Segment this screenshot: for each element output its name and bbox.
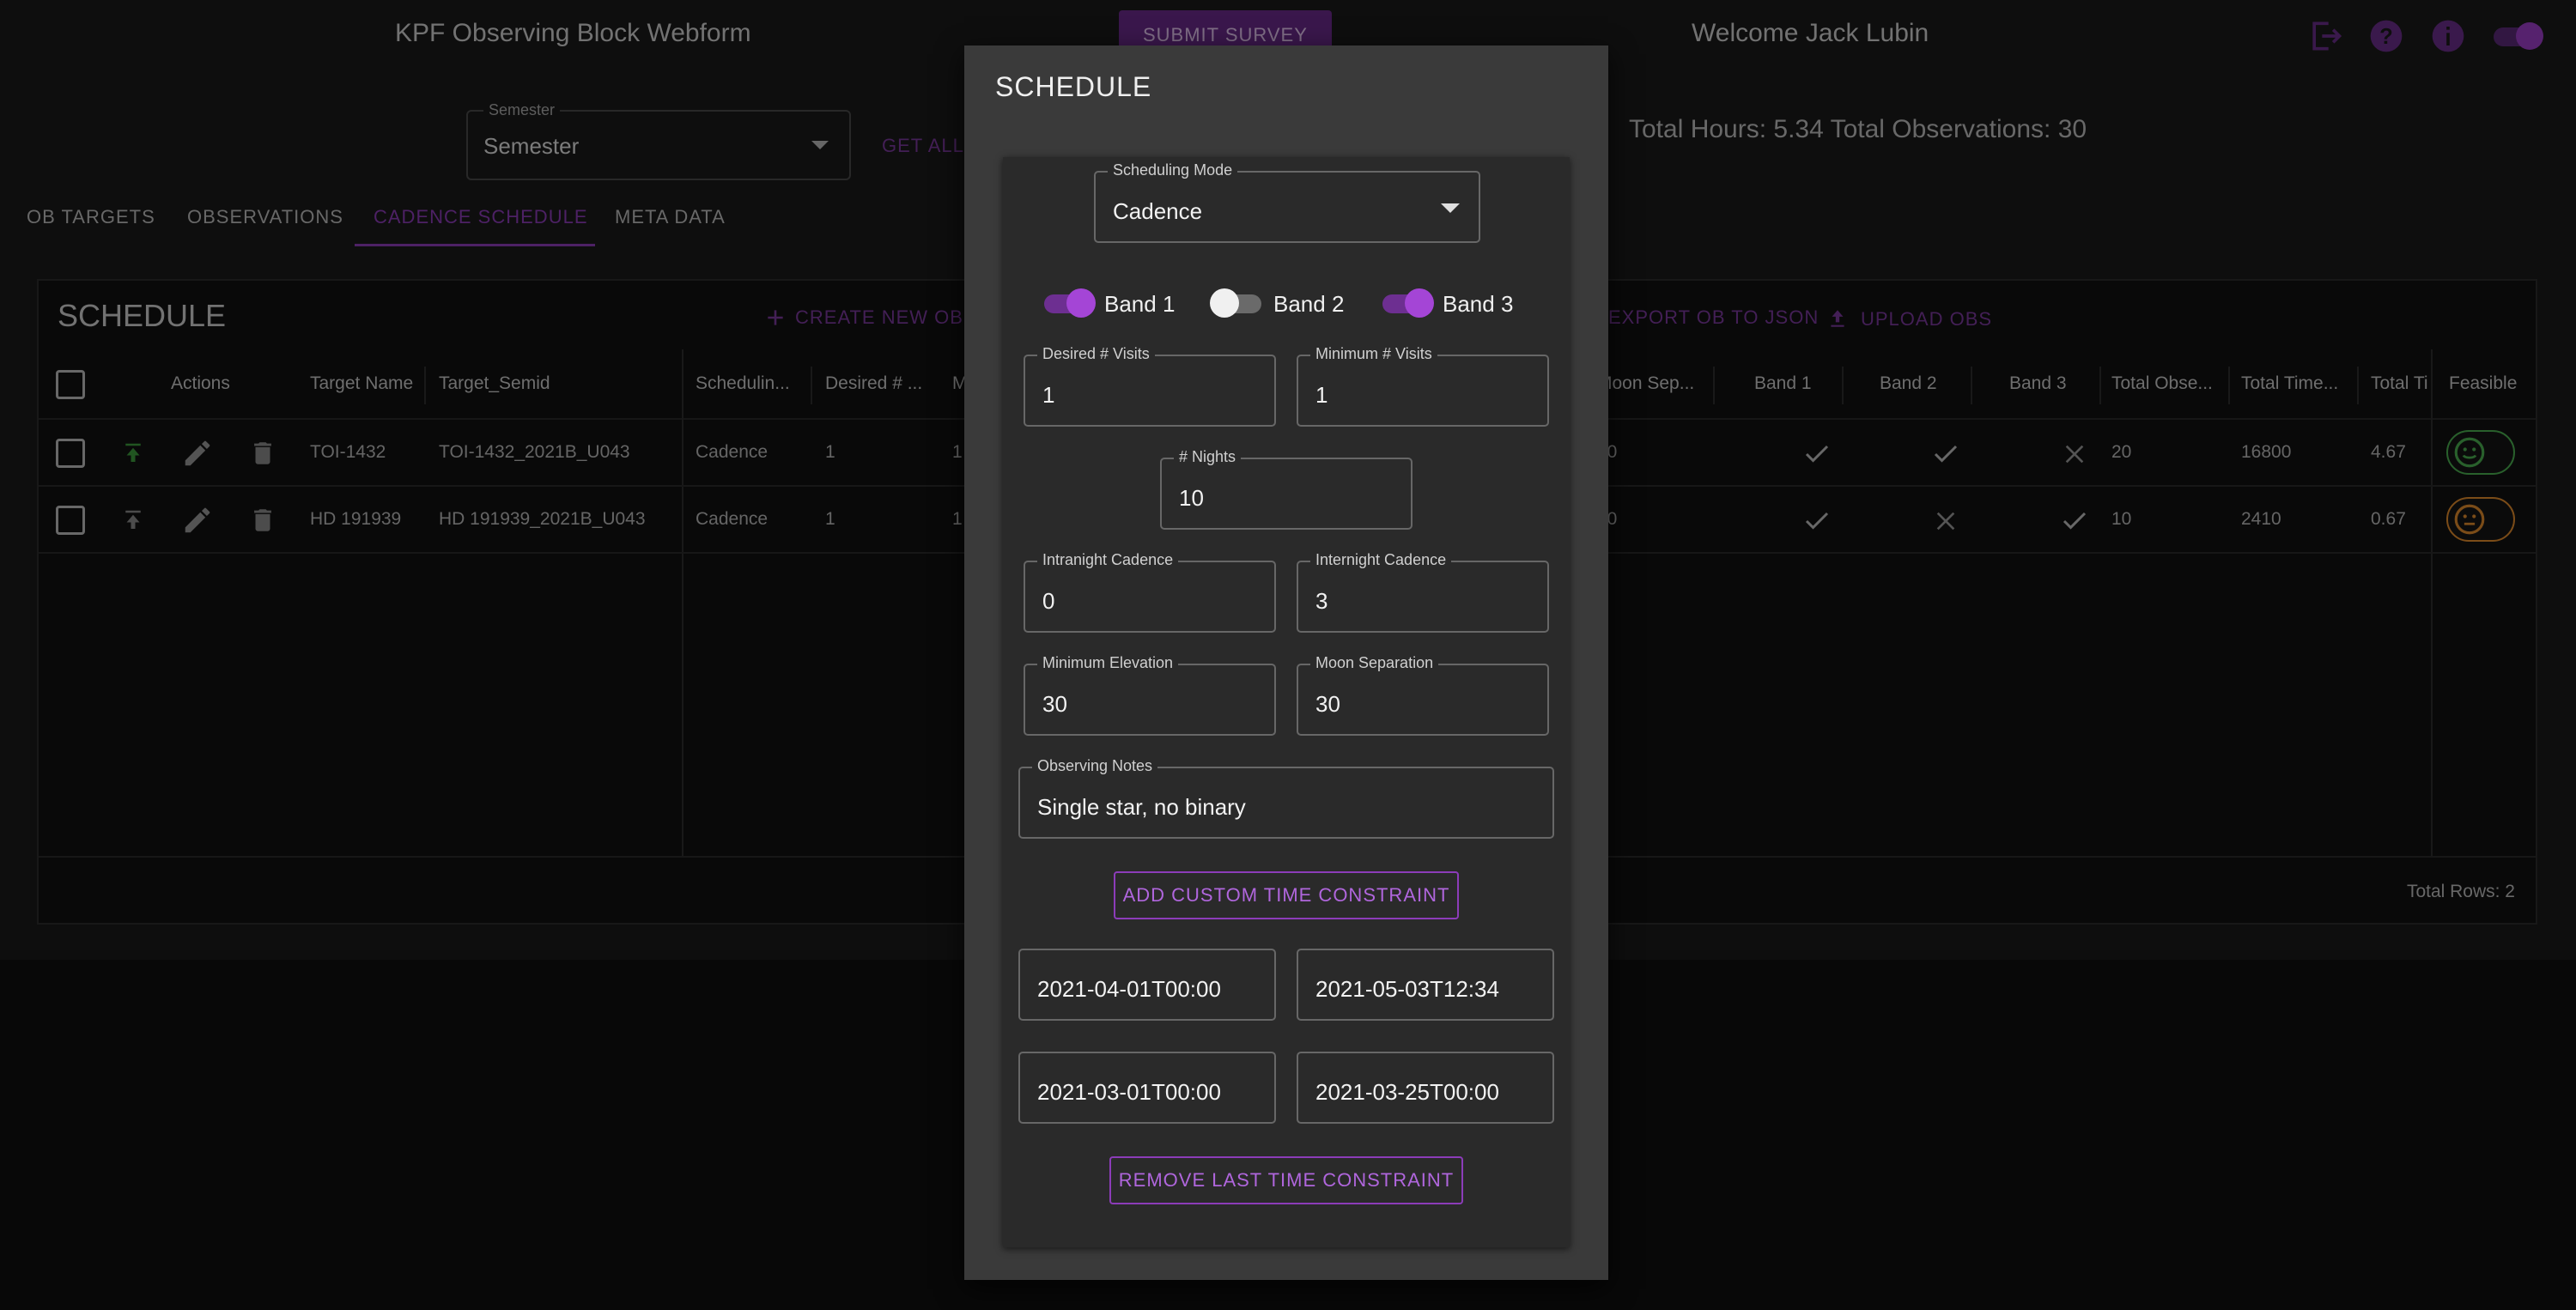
constraint-start-field[interactable]: 2021-03-01T00:00 bbox=[1018, 1052, 1276, 1124]
remove-last-time-constraint-button[interactable]: REMOVE LAST TIME CONSTRAINT bbox=[1109, 1156, 1463, 1204]
nights-legend: # Nights bbox=[1174, 448, 1242, 466]
moon-separation-field[interactable]: Moon Separation 30 bbox=[1297, 654, 1549, 736]
constraint-start-field[interactable]: 2021-04-01T00:00 bbox=[1018, 949, 1276, 1021]
minimum-elevation-value: 30 bbox=[1042, 691, 1067, 717]
observing-notes-field[interactable]: Observing Notes Single star, no binary bbox=[1018, 757, 1554, 839]
desired-visits-value: 1 bbox=[1042, 382, 1055, 408]
intranight-cadence-legend: Intranight Cadence bbox=[1037, 551, 1179, 569]
nights-field[interactable]: # Nights 10 bbox=[1160, 448, 1413, 530]
toggle-thumb bbox=[1210, 288, 1239, 318]
constraint-start-value: 2021-03-01T00:00 bbox=[1037, 1079, 1221, 1105]
desired-visits-field[interactable]: Desired # Visits 1 bbox=[1024, 345, 1276, 427]
dialog-title: SCHEDULE bbox=[995, 71, 1152, 102]
minimum-visits-field[interactable]: Minimum # Visits 1 bbox=[1297, 345, 1549, 427]
chevron-down-icon bbox=[1441, 203, 1460, 213]
internight-cadence-legend: Internight Cadence bbox=[1310, 551, 1452, 569]
schedule-dialog: SCHEDULE Scheduling Mode Cadence Band 1 … bbox=[964, 45, 1608, 1280]
constraint-end-field[interactable]: 2021-05-03T12:34 bbox=[1297, 949, 1554, 1021]
scheduling-mode-legend: Scheduling Mode bbox=[1108, 161, 1238, 179]
band-3-label: Band 3 bbox=[1443, 291, 1514, 317]
scheduling-mode-value: Cadence bbox=[1113, 198, 1203, 224]
moon-separation-value: 30 bbox=[1315, 691, 1340, 717]
band-2-label: Band 2 bbox=[1273, 291, 1345, 317]
constraint-start-value: 2021-04-01T00:00 bbox=[1037, 976, 1221, 1002]
intranight-cadence-value: 0 bbox=[1042, 588, 1055, 614]
schedule-form: Scheduling Mode Cadence Band 1 Band 2 Ba… bbox=[1003, 157, 1570, 1247]
scheduling-mode-select[interactable]: Scheduling Mode Cadence bbox=[1094, 161, 1480, 243]
intranight-cadence-field[interactable]: Intranight Cadence 0 bbox=[1024, 551, 1276, 633]
constraint-end-value: 2021-05-03T12:34 bbox=[1315, 976, 1499, 1002]
band-1-label: Band 1 bbox=[1104, 291, 1176, 317]
toggle-thumb bbox=[1066, 288, 1096, 318]
internight-cadence-field[interactable]: Internight Cadence 3 bbox=[1297, 551, 1549, 633]
minimum-elevation-field[interactable]: Minimum Elevation 30 bbox=[1024, 654, 1276, 736]
nights-value: 10 bbox=[1179, 485, 1204, 511]
constraint-end-value: 2021-03-25T00:00 bbox=[1315, 1079, 1499, 1105]
minimum-visits-legend: Minimum # Visits bbox=[1310, 345, 1437, 363]
moon-separation-legend: Moon Separation bbox=[1310, 654, 1439, 672]
observing-notes-value: Single star, no binary bbox=[1037, 794, 1246, 820]
minimum-visits-value: 1 bbox=[1315, 382, 1328, 408]
add-custom-time-constraint-button[interactable]: ADD CUSTOM TIME CONSTRAINT bbox=[1114, 871, 1459, 919]
toggle-thumb bbox=[1405, 288, 1434, 318]
desired-visits-legend: Desired # Visits bbox=[1037, 345, 1155, 363]
minimum-elevation-legend: Minimum Elevation bbox=[1037, 654, 1179, 672]
internight-cadence-value: 3 bbox=[1315, 588, 1328, 614]
constraint-end-field[interactable]: 2021-03-25T00:00 bbox=[1297, 1052, 1554, 1124]
observing-notes-legend: Observing Notes bbox=[1032, 757, 1158, 775]
